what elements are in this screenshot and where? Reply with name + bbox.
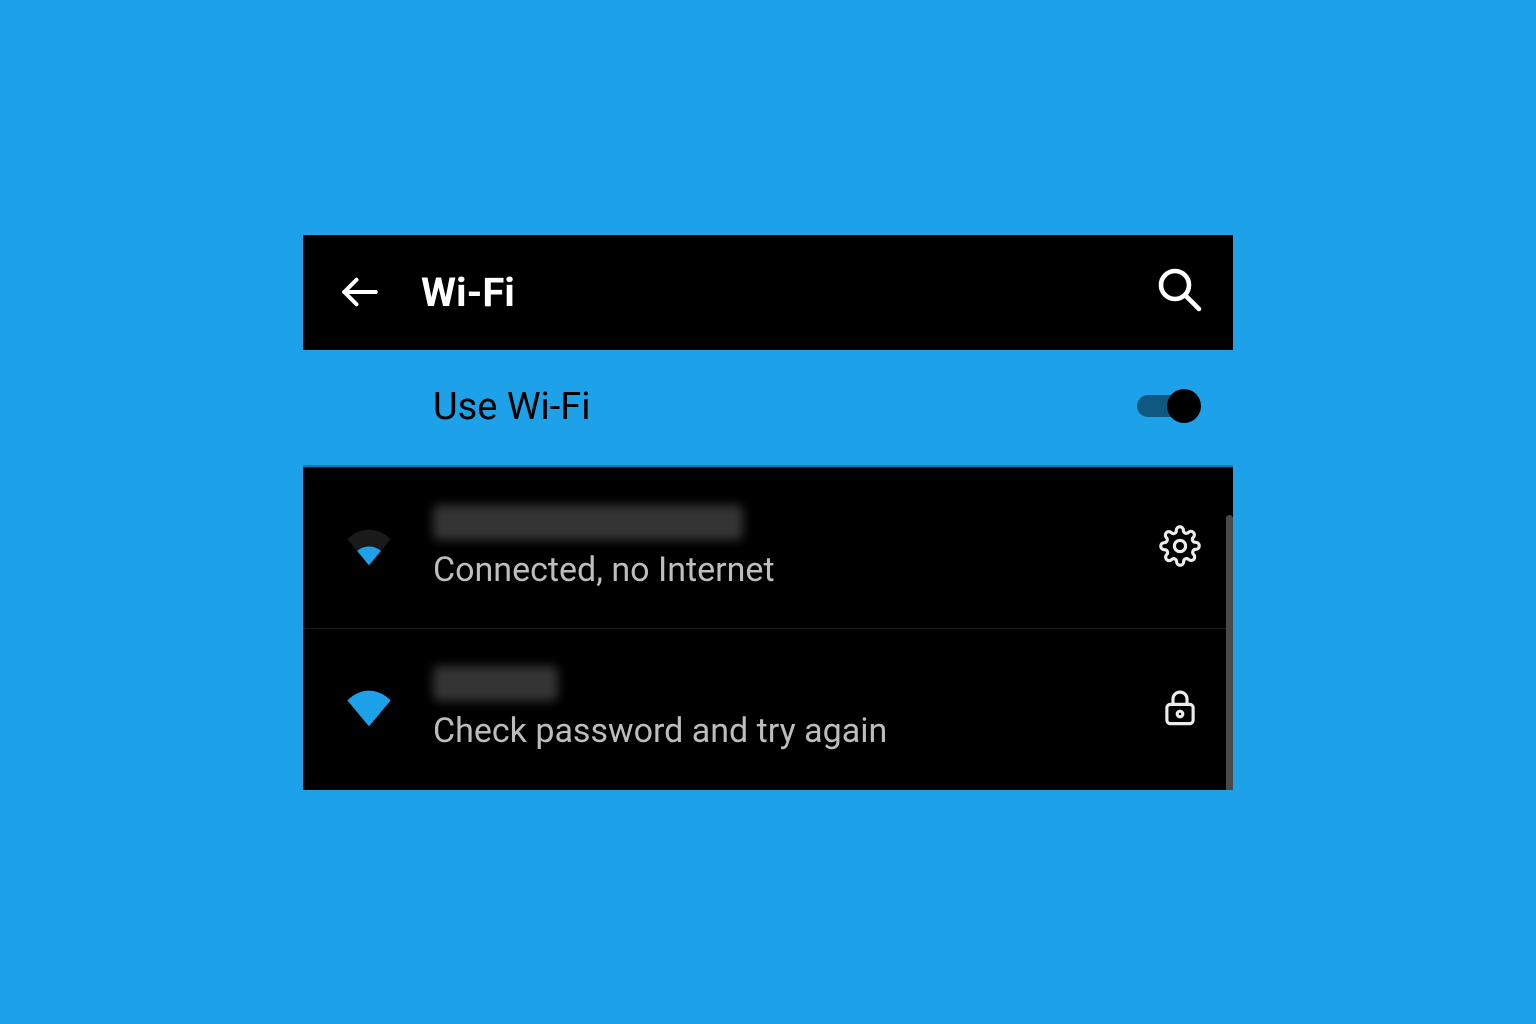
wifi-settings-screen: Wi-Fi Use Wi-Fi (303, 235, 1233, 790)
network-status: Connected, no Internet (433, 550, 775, 590)
network-status: Check password and try again (433, 711, 887, 751)
network-item[interactable]: Check password and try again (303, 628, 1233, 789)
back-arrow-icon[interactable] (339, 271, 381, 313)
wifi-signal-icon (339, 522, 399, 574)
wifi-signal-icon (339, 683, 399, 735)
network-name-redacted (433, 666, 558, 701)
wifi-toggle[interactable] (1137, 389, 1201, 425)
toggle-thumb (1167, 389, 1201, 423)
search-icon[interactable] (1155, 265, 1203, 317)
gear-icon[interactable] (1159, 525, 1201, 571)
lock-icon (1159, 686, 1201, 732)
network-text: Check password and try again (433, 666, 887, 751)
use-wifi-row[interactable]: Use Wi-Fi (303, 350, 1233, 467)
network-item[interactable]: Connected, no Internet (303, 467, 1233, 628)
page-title: Wi-Fi (421, 269, 515, 316)
use-wifi-label: Use Wi-Fi (433, 385, 591, 429)
header-bar: Wi-Fi (303, 235, 1233, 350)
scrollbar[interactable] (1226, 515, 1233, 790)
network-name-redacted (433, 505, 743, 540)
network-text: Connected, no Internet (433, 505, 775, 590)
